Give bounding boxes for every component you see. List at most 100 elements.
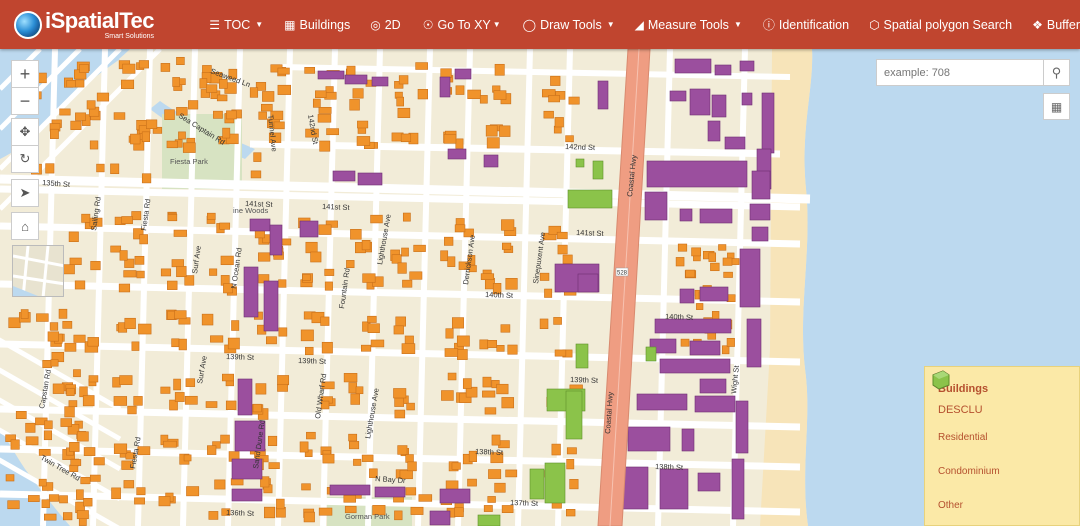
building [324,268,335,276]
building [332,170,356,182]
pan-button[interactable]: ✥ [11,118,39,146]
building [429,510,451,526]
building [87,337,99,347]
map-label: 141st St [576,228,605,238]
building [110,245,122,253]
building [43,430,52,441]
building [300,329,314,342]
plus-icon: + [19,63,31,84]
building [344,74,368,85]
search-input[interactable] [877,60,1043,85]
building [751,170,771,200]
building [131,211,142,221]
search-box: ⚲ [876,59,1070,86]
building [659,358,731,374]
basemap-gallery-button[interactable]: ▦ [1043,93,1070,120]
building [407,461,417,472]
map-view[interactable]: Seaweed Ln Sea Captain Rd Tunnel Ave 142nd … [0,49,1080,526]
building [59,495,68,504]
building [325,86,334,93]
building [319,140,331,152]
search-icon: ⚲ [1051,64,1062,80]
building [62,512,73,521]
building [488,469,502,479]
building [277,383,288,392]
measure-tools-menu[interactable]: ◢ Measure Tools ▼ [635,0,742,49]
building [445,480,459,491]
building [699,378,727,394]
building [699,208,733,224]
building [230,478,244,486]
building [548,95,561,103]
building [484,407,497,415]
building [164,109,175,120]
building [444,348,459,357]
globe-icon: ◎ [370,17,381,32]
buffer-button[interactable]: ❖ Buffer [1032,0,1080,49]
building [216,94,228,102]
measure-tools-label: Measure Tools [647,17,729,32]
building [654,318,732,334]
building [76,510,89,520]
building [160,386,171,394]
building [396,96,405,107]
building [303,511,315,523]
brand-logo[interactable]: iSpatialTec Smart Solutions [0,9,191,40]
zoom-in-button[interactable]: + [11,60,39,88]
toc-menu[interactable]: ☰ TOC ▼ [209,0,263,49]
table-icon: ▦ [284,17,296,32]
building [479,95,488,104]
building [367,315,377,323]
buildings-button[interactable]: ▦ Buildings [284,0,350,49]
building [68,400,78,408]
building [312,98,321,108]
building [158,496,171,507]
building [83,497,93,507]
legend-label-other: Other [938,499,964,511]
compass-button[interactable]: ➤ [11,179,39,207]
building [318,507,333,516]
building [306,431,316,440]
building [352,88,364,99]
main-nav: ☰ TOC ▼ ▦ Buildings ◎ 2D ☉ Go To XY ▼ ◯ … [191,0,1080,49]
goto-xy-menu[interactable]: ☉ Go To XY ▼ [423,0,501,49]
home-button[interactable]: ⌂ [11,212,39,240]
building [160,268,172,277]
view-2d-button[interactable]: ◎ 2D [370,0,400,49]
building [357,172,383,186]
rotate-button[interactable]: ↻ [11,145,39,173]
building [28,495,40,502]
building [173,229,187,237]
building [163,440,177,448]
identification-button[interactable]: ⓘ Identification [763,0,849,49]
building [679,288,695,304]
building [397,262,407,274]
building [76,431,89,442]
building [321,341,333,354]
building [393,325,404,335]
building [322,453,335,464]
map-canvas[interactable]: Seaweed LnSea Captain Rd Tunnel Ave 142nd … [0,49,1080,526]
building [401,343,416,354]
zoom-out-button[interactable]: − [11,87,39,115]
building [714,64,732,76]
draw-tools-menu[interactable]: ◯ Draw Tools ▼ [523,0,615,49]
search-button[interactable]: ⚲ [1043,60,1069,85]
building [160,63,171,72]
building [237,378,253,416]
building [207,212,216,220]
building [36,313,49,322]
building [505,469,518,478]
building [68,231,79,243]
overview-map[interactable] [12,245,64,297]
building [477,514,501,526]
building [501,397,515,409]
building [10,439,20,450]
building [636,393,688,411]
building [494,482,506,493]
building [69,442,80,452]
building [440,68,452,78]
building [89,140,99,150]
building [66,387,75,396]
spatial-polygon-search-button[interactable]: ⬡ Spatial polygon Search [869,0,1012,49]
